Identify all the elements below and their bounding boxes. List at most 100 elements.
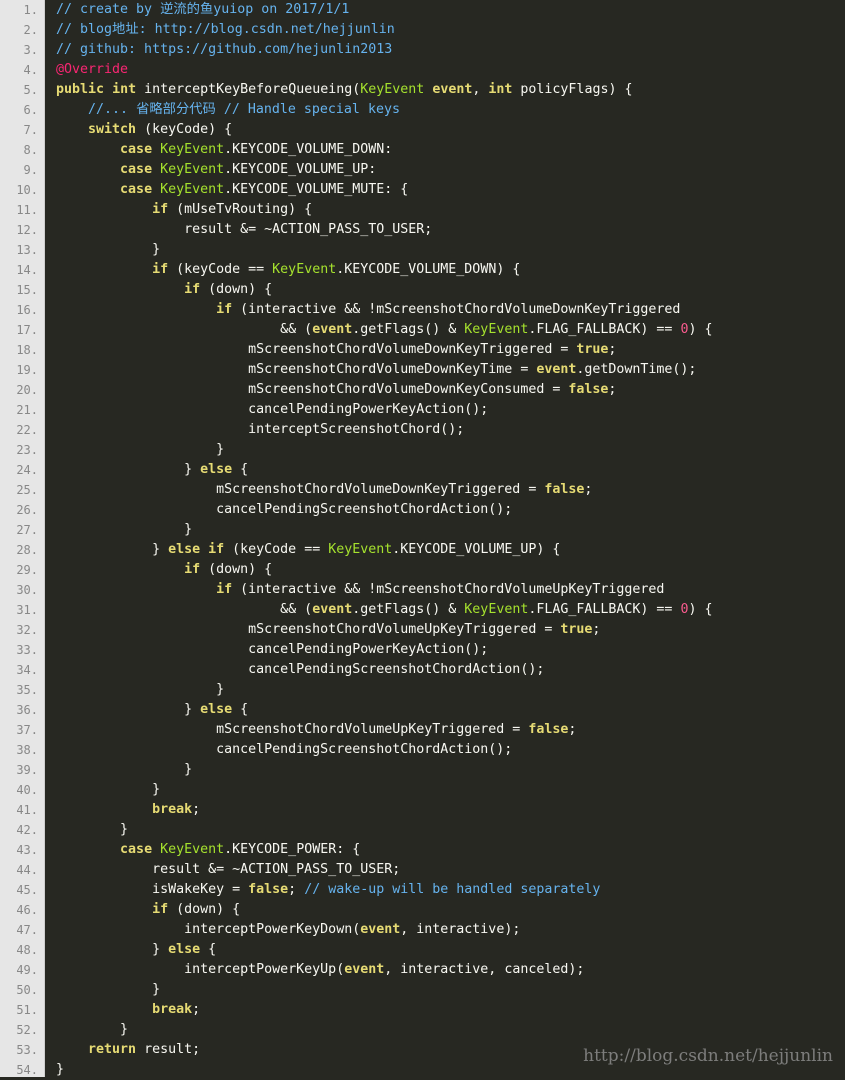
line-number: 22. xyxy=(16,423,38,437)
line-number: 7. xyxy=(23,123,38,137)
code-token: { xyxy=(200,942,217,957)
code-line: 3. // github: https://github.com/hejunlin… xyxy=(0,40,845,60)
code-token: interceptKeyBeforeQueueing( xyxy=(136,82,361,97)
code-token: result; xyxy=(136,1042,201,1057)
code-text: result &= ~ACTION_PASS_TO_USER; xyxy=(56,220,432,240)
code-text: interceptScreenshotChord(); xyxy=(56,420,464,440)
code-token: (keyCode == xyxy=(224,542,329,557)
code-text: } xyxy=(56,1060,64,1080)
line-number: 10. xyxy=(16,183,38,197)
code-token: event xyxy=(312,322,353,337)
code-line: 23. } xyxy=(0,440,845,460)
code-token: } xyxy=(56,462,201,477)
code-token: else xyxy=(200,462,233,477)
code-token: mScreenshotChordVolumeUpKeyTriggered = xyxy=(56,622,561,637)
code-text: interceptPowerKeyDown(event, interactive… xyxy=(56,920,520,940)
code-token: && ( xyxy=(56,322,313,337)
code-token: false xyxy=(568,382,609,397)
code-line: 22. interceptScreenshotChord(); xyxy=(0,420,845,440)
code-token: false xyxy=(544,482,585,497)
code-text: result &= ~ACTION_PASS_TO_USER; xyxy=(56,860,400,880)
code-line: 28. } else if (keyCode == KeyEvent.KEYCO… xyxy=(0,540,845,560)
code-line: 8. case KeyEvent.KEYCODE_VOLUME_DOWN: xyxy=(0,140,845,160)
code-text: switch (keyCode) { xyxy=(56,120,232,140)
code-token: // github: https://github.com/hejunlin20… xyxy=(56,42,393,57)
code-text: isWakeKey = false; // wake-up will be ha… xyxy=(56,880,600,900)
code-token: mScreenshotChordVolumeDownKeyTriggered = xyxy=(56,482,545,497)
code-token: case xyxy=(120,182,153,197)
code-text: } xyxy=(56,440,224,460)
code-token: .FLAG_FALLBACK) == xyxy=(528,322,681,337)
code-token: switch xyxy=(88,122,137,137)
code-token: } xyxy=(56,1062,65,1077)
code-text: } xyxy=(56,820,128,840)
code-text: // github: https://github.com/hejunlin20… xyxy=(56,40,392,60)
line-number: 16. xyxy=(16,303,38,317)
code-token: (down) { xyxy=(168,902,241,917)
code-token: .KEYCODE_VOLUME_MUTE: { xyxy=(224,182,409,197)
code-token: false xyxy=(248,882,289,897)
code-line: 44. result &= ~ACTION_PASS_TO_USER; xyxy=(0,860,845,880)
line-number: 42. xyxy=(16,823,38,837)
code-token: (mUseTvRouting) { xyxy=(168,202,313,217)
line-number: 14. xyxy=(16,263,38,277)
code-token: } xyxy=(56,762,193,777)
code-text: if (down) { xyxy=(56,560,272,580)
code-token: .getDownTime(); xyxy=(576,362,697,377)
code-token: } xyxy=(56,702,201,717)
line-number: 45. xyxy=(16,883,38,897)
code-line: 26. cancelPendingScreenshotChordAction()… xyxy=(0,500,845,520)
code-text: } else { xyxy=(56,940,216,960)
line-number: 43. xyxy=(16,843,38,857)
code-token: true xyxy=(560,622,593,637)
code-token: .KEYCODE_VOLUME_DOWN: xyxy=(224,142,393,157)
code-line: 4. @Override xyxy=(0,60,845,80)
code-line: 40. } xyxy=(0,780,845,800)
code-token: @Override xyxy=(56,62,129,77)
code-token: int xyxy=(112,82,137,97)
code-text: } xyxy=(56,240,160,260)
code-line: 38. cancelPendingScreenshotChordAction()… xyxy=(0,740,845,760)
code-text: } xyxy=(56,780,160,800)
code-text: mScreenshotChordVolumeDownKeyTriggered =… xyxy=(56,480,592,500)
code-token: public xyxy=(56,82,105,97)
code-line: 47. interceptPowerKeyDown(event, interac… xyxy=(0,920,845,940)
code-token: { xyxy=(232,702,249,717)
code-token: KeyEvent xyxy=(360,82,425,97)
code-text: break; xyxy=(56,1000,200,1020)
code-token: KeyEvent xyxy=(464,322,529,337)
code-token: if xyxy=(184,562,201,577)
code-token: cancelPendingPowerKeyAction(); xyxy=(56,642,489,657)
line-number: 33. xyxy=(16,643,38,657)
code-text: } else { xyxy=(56,700,248,720)
code-token: if xyxy=(184,282,201,297)
code-token: case xyxy=(120,842,153,857)
code-text: if (interactive && !mScreenshotChordVolu… xyxy=(56,300,680,320)
code-token: ) { xyxy=(688,322,713,337)
code-token: int xyxy=(488,82,513,97)
code-token: cancelPendingScreenshotChordAction(); xyxy=(56,502,513,517)
code-text: } else { xyxy=(56,460,248,480)
code-token: ; xyxy=(288,882,305,897)
code-text: mScreenshotChordVolumeUpKeyTriggered = f… xyxy=(56,720,576,740)
code-line: 52. } xyxy=(0,1020,845,1040)
line-number: 37. xyxy=(16,723,38,737)
line-number: 3. xyxy=(23,43,38,57)
code-text: cancelPendingScreenshotChordAction(); xyxy=(56,660,544,680)
code-line: 41. break; xyxy=(0,800,845,820)
code-token: KeyEvent xyxy=(272,262,337,277)
code-token: } xyxy=(56,1022,129,1037)
line-number: 28. xyxy=(16,543,38,557)
line-number: 52. xyxy=(16,1023,38,1037)
code-line: 35. } xyxy=(0,680,845,700)
code-line: 33. cancelPendingPowerKeyAction(); xyxy=(0,640,845,660)
line-number: 32. xyxy=(16,623,38,637)
code-text: case KeyEvent.KEYCODE_VOLUME_MUTE: { xyxy=(56,180,408,200)
code-text: // blog地址: http://blog.csdn.net/hejjunli… xyxy=(56,20,395,40)
